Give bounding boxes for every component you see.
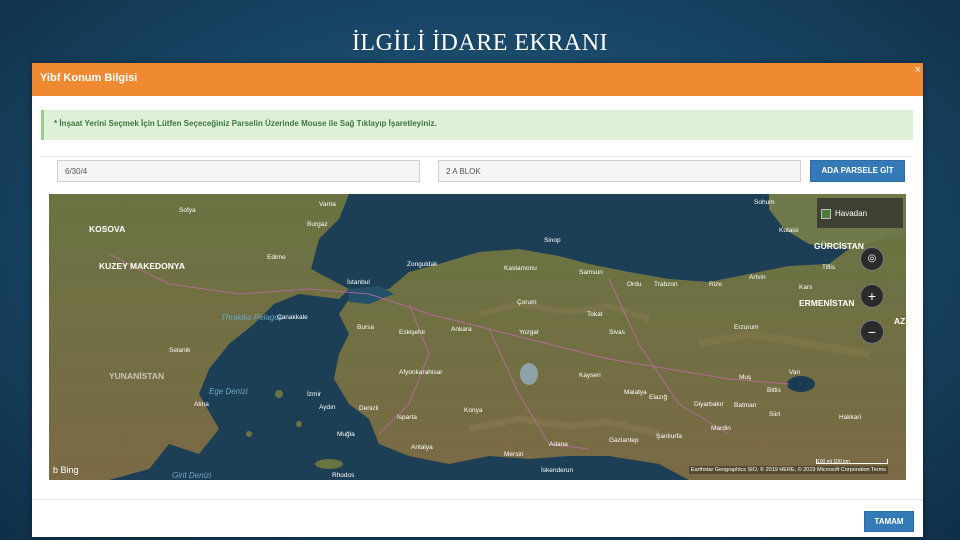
label-mersin: Mersin bbox=[504, 451, 524, 458]
label-kuzey-makedonya: KUZEY MAKEDONYA bbox=[99, 261, 185, 271]
zoom-out-button[interactable]: − bbox=[860, 320, 884, 344]
label-hakkari: Hakkari bbox=[839, 414, 861, 421]
map-attribution[interactable]: Earthstar Geographics SIO, © 2019 HERE, … bbox=[688, 466, 888, 474]
label-canakkale: Çanakkale bbox=[277, 314, 308, 321]
label-kastamonu: Kastamonu bbox=[504, 265, 537, 272]
label-kars: Kars bbox=[799, 284, 813, 291]
locate-icon[interactable]: ◎ bbox=[860, 247, 884, 271]
aerial-layer-toggle[interactable]: Havadan bbox=[817, 198, 903, 228]
label-sohum: Sohum bbox=[754, 199, 775, 206]
label-girit-denizi: Girit Denizi bbox=[172, 471, 211, 480]
label-yunanistan: YUNANİSTAN bbox=[109, 371, 164, 381]
label-yozgat: Yozgat bbox=[519, 329, 539, 336]
label-mugla: Muğla bbox=[337, 431, 355, 438]
label-kayseri: Kayseri bbox=[579, 372, 601, 379]
label-izmir: İzmir bbox=[307, 389, 322, 398]
label-isparta: Isparta bbox=[397, 414, 417, 421]
alert-text: * İnşaat Yerini Seçmek İçin Lütfen Seçec… bbox=[54, 119, 437, 128]
dialog-header: Yibf Konum Bilgisi × bbox=[32, 63, 923, 96]
label-batman: Batman bbox=[734, 402, 757, 409]
label-rize: Rize bbox=[709, 281, 722, 288]
label-trabzon: Trabzon bbox=[654, 281, 678, 288]
label-van: Van bbox=[789, 369, 800, 376]
aerial-checkbox[interactable] bbox=[821, 209, 831, 219]
label-burgaz: Burgaz bbox=[307, 221, 328, 228]
label-kutaisi: Kutaisi bbox=[779, 227, 799, 234]
label-edirne: Edirne bbox=[267, 254, 286, 261]
label-corum: Çorum bbox=[517, 299, 537, 306]
label-atina: Atina bbox=[194, 401, 209, 408]
label-sinop: Sinop bbox=[544, 237, 561, 244]
label-siirt: Siirt bbox=[769, 411, 780, 418]
satellite-map: KOSOVA KUZEY MAKEDONYA YUNANİSTAN Ege De… bbox=[49, 194, 906, 480]
label-bitlis: Bitlis bbox=[767, 387, 781, 394]
label-mardin: Mardin bbox=[711, 425, 731, 432]
label-kosova: KOSOVA bbox=[89, 224, 125, 234]
label-malatya: Malatya bbox=[624, 389, 647, 396]
label-gaziantep: Gaziantep bbox=[609, 437, 639, 444]
label-tiflis: Tiflis bbox=[822, 264, 836, 271]
label-adana: Adana bbox=[549, 441, 568, 448]
label-thrakiko: Thrakiko Pelagos bbox=[221, 313, 283, 322]
label-mus: Muş bbox=[739, 374, 752, 381]
label-konya: Konya bbox=[464, 407, 483, 414]
label-erzurum: Erzurum bbox=[734, 324, 759, 331]
dialog-title: Yibf Konum Bilgisi bbox=[40, 72, 138, 84]
bing-logo: b Bing bbox=[53, 465, 79, 475]
label-gurcistan: GÜRCİSTAN bbox=[814, 241, 864, 251]
label-antalya: Antalya bbox=[411, 444, 433, 451]
zoom-in-button[interactable]: + bbox=[860, 284, 884, 308]
label-varna: Varna bbox=[319, 201, 336, 208]
label-denizli: Denizli bbox=[359, 405, 379, 412]
label-ermenistan: ERMENİSTAN bbox=[799, 298, 855, 308]
goto-parcel-button[interactable]: ADA PARSELE GİT bbox=[810, 160, 905, 182]
label-ankara: Ankara bbox=[451, 326, 472, 333]
label-rodos: Rhodos bbox=[332, 472, 355, 479]
label-bursa: Bursa bbox=[357, 324, 374, 331]
label-sivas: Sivas bbox=[609, 329, 626, 336]
ok-button[interactable]: TAMAM bbox=[864, 511, 914, 532]
label-eskisehir: Eskişehir bbox=[399, 329, 426, 336]
aerial-label: Havadan bbox=[835, 209, 868, 218]
map-view[interactable]: KOSOVA KUZEY MAKEDONYA YUNANİSTAN Ege De… bbox=[49, 194, 906, 480]
ada-input[interactable]: 6/30/4 bbox=[57, 160, 420, 182]
close-icon[interactable]: × bbox=[915, 64, 921, 76]
label-zonguldak: Zonguldak bbox=[407, 261, 438, 268]
label-artvin: Artvin bbox=[749, 274, 766, 281]
label-az: AZ bbox=[894, 316, 905, 326]
label-iskenderun: İskenderun bbox=[541, 465, 574, 474]
label-aydin: Aydın bbox=[319, 404, 336, 411]
info-alert: * İnşaat Yerini Seçmek İçin Lütfen Seçec… bbox=[41, 110, 913, 140]
label-samsun: Samsun bbox=[579, 269, 603, 276]
map-scale: 100 mi 100 km bbox=[816, 459, 888, 465]
label-afyon: Afyonkarahisar bbox=[399, 369, 443, 376]
label-sanliurfa: Şanlıurfa bbox=[656, 433, 682, 440]
label-ege-denizi: Ege Denizi bbox=[209, 387, 248, 396]
location-dialog: Yibf Konum Bilgisi × * İnşaat Yerini Seç… bbox=[32, 63, 923, 537]
label-ordu: Ordu bbox=[627, 281, 642, 288]
label-diyarbakir: Diyarbakır bbox=[694, 401, 724, 408]
label-sofya: Sofya bbox=[179, 207, 196, 214]
label-istanbul: İstanbul bbox=[347, 277, 370, 286]
slide-title: İLGİLİ İDARE EKRANI bbox=[351, 30, 609, 56]
label-selanik: Selanik bbox=[169, 347, 191, 354]
parsel-input[interactable]: 2 A BLOK bbox=[438, 160, 801, 182]
label-tokat: Tokat bbox=[587, 311, 603, 318]
label-elazig: Elazığ bbox=[649, 394, 667, 401]
footer-divider bbox=[32, 499, 923, 500]
divider bbox=[41, 156, 913, 157]
